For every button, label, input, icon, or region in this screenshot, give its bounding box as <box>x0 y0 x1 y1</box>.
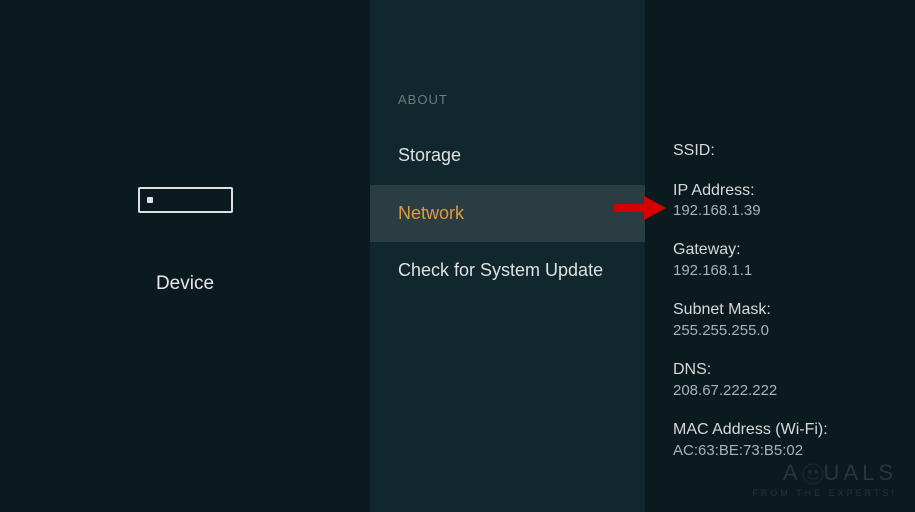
info-gateway: Gateway: 192.168.1.1 <box>673 239 915 281</box>
info-subnet-mask: Subnet Mask: 255.255.255.0 <box>673 299 915 341</box>
info-ssid: SSID: <box>673 140 915 162</box>
info-label: IP Address: <box>673 180 915 202</box>
about-menu-panel: ABOUT Storage Network Check for System U… <box>370 0 645 512</box>
info-label: Subnet Mask: <box>673 299 915 321</box>
info-ip-address: IP Address: 192.168.1.39 <box>673 180 915 222</box>
info-mac-address: MAC Address (Wi-Fi): AC:63:BE:73:B5:02 <box>673 419 915 461</box>
menu-item-storage[interactable]: Storage <box>370 127 645 185</box>
info-label: Gateway: <box>673 239 915 261</box>
info-value: 255.255.255.0 <box>673 321 915 341</box>
info-value: 208.67.222.222 <box>673 381 915 401</box>
device-label: Device <box>156 273 214 295</box>
device-icon <box>138 187 233 213</box>
left-panel: Device <box>0 0 370 512</box>
menu-item-network[interactable]: Network <box>370 185 645 243</box>
details-panel: SSID: IP Address: 192.168.1.39 Gateway: … <box>645 0 915 512</box>
info-dns: DNS: 208.67.222.222 <box>673 359 915 401</box>
info-value: 192.168.1.1 <box>673 261 915 281</box>
menu-item-check-update[interactable]: Check for System Update <box>370 242 645 300</box>
section-header: ABOUT <box>370 92 645 127</box>
info-label: DNS: <box>673 359 915 381</box>
device-icon-wrap <box>138 187 233 213</box>
info-label: MAC Address (Wi-Fi): <box>673 419 915 441</box>
info-value: 192.168.1.39 <box>673 201 915 221</box>
info-label: SSID: <box>673 140 915 162</box>
info-value: AC:63:BE:73:B5:02 <box>673 441 915 461</box>
